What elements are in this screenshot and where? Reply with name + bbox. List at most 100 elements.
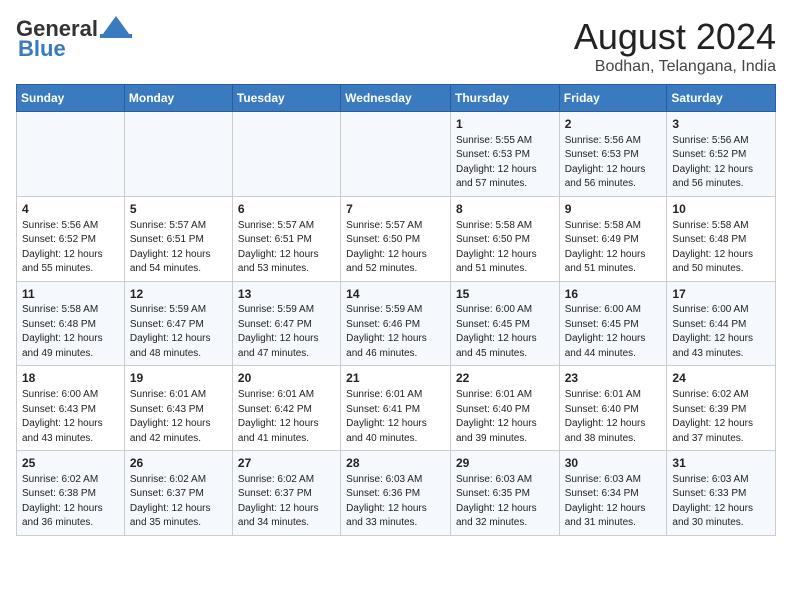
weekday-header-monday: Monday <box>124 85 232 112</box>
calendar-cell: 25Sunrise: 6:02 AM Sunset: 6:38 PM Dayli… <box>17 451 125 536</box>
day-info: Sunrise: 5:57 AM Sunset: 6:50 PM Dayligh… <box>346 219 445 277</box>
day-info: Sunrise: 5:57 AM Sunset: 6:51 PM Dayligh… <box>238 219 335 277</box>
day-info: Sunrise: 6:01 AM Sunset: 6:41 PM Dayligh… <box>346 388 445 446</box>
calendar-table: SundayMondayTuesdayWednesdayThursdayFrid… <box>16 84 776 536</box>
day-info: Sunrise: 6:01 AM Sunset: 6:43 PM Dayligh… <box>130 388 227 446</box>
day-number: 11 <box>22 286 119 303</box>
page-title: August 2024 <box>574 16 776 58</box>
calendar-cell: 3Sunrise: 5:56 AM Sunset: 6:52 PM Daylig… <box>667 112 776 197</box>
calendar-cell: 6Sunrise: 5:57 AM Sunset: 6:51 PM Daylig… <box>232 196 340 281</box>
calendar-week-1: 1Sunrise: 5:55 AM Sunset: 6:53 PM Daylig… <box>17 112 776 197</box>
day-number: 30 <box>565 455 662 472</box>
day-number: 9 <box>565 201 662 218</box>
logo-icon <box>100 16 132 38</box>
day-number: 10 <box>672 201 770 218</box>
logo: General Blue <box>16 16 132 62</box>
day-info: Sunrise: 5:59 AM Sunset: 6:46 PM Dayligh… <box>346 303 445 361</box>
day-number: 23 <box>565 370 662 387</box>
day-info: Sunrise: 6:00 AM Sunset: 6:45 PM Dayligh… <box>456 303 554 361</box>
calendar-cell: 7Sunrise: 5:57 AM Sunset: 6:50 PM Daylig… <box>341 196 451 281</box>
day-number: 31 <box>672 455 770 472</box>
day-info: Sunrise: 6:02 AM Sunset: 6:37 PM Dayligh… <box>238 473 335 531</box>
calendar-cell: 9Sunrise: 5:58 AM Sunset: 6:49 PM Daylig… <box>559 196 667 281</box>
day-info: Sunrise: 5:58 AM Sunset: 6:48 PM Dayligh… <box>22 303 119 361</box>
calendar-cell: 4Sunrise: 5:56 AM Sunset: 6:52 PM Daylig… <box>17 196 125 281</box>
weekday-header-thursday: Thursday <box>450 85 559 112</box>
calendar-week-4: 18Sunrise: 6:00 AM Sunset: 6:43 PM Dayli… <box>17 366 776 451</box>
day-info: Sunrise: 6:02 AM Sunset: 6:38 PM Dayligh… <box>22 473 119 531</box>
day-info: Sunrise: 6:00 AM Sunset: 6:44 PM Dayligh… <box>672 303 770 361</box>
calendar-cell: 10Sunrise: 5:58 AM Sunset: 6:48 PM Dayli… <box>667 196 776 281</box>
day-number: 19 <box>130 370 227 387</box>
calendar-cell: 17Sunrise: 6:00 AM Sunset: 6:44 PM Dayli… <box>667 281 776 366</box>
day-number: 7 <box>346 201 445 218</box>
day-info: Sunrise: 6:02 AM Sunset: 6:39 PM Dayligh… <box>672 388 770 446</box>
day-number: 25 <box>22 455 119 472</box>
day-info: Sunrise: 6:02 AM Sunset: 6:37 PM Dayligh… <box>130 473 227 531</box>
day-info: Sunrise: 6:03 AM Sunset: 6:34 PM Dayligh… <box>565 473 662 531</box>
day-number: 15 <box>456 286 554 303</box>
calendar-cell: 30Sunrise: 6:03 AM Sunset: 6:34 PM Dayli… <box>559 451 667 536</box>
calendar-cell: 2Sunrise: 5:56 AM Sunset: 6:53 PM Daylig… <box>559 112 667 197</box>
day-number: 4 <box>22 201 119 218</box>
day-number: 29 <box>456 455 554 472</box>
day-info: Sunrise: 6:00 AM Sunset: 6:43 PM Dayligh… <box>22 388 119 446</box>
day-number: 1 <box>456 116 554 133</box>
weekday-header-saturday: Saturday <box>667 85 776 112</box>
weekday-header-wednesday: Wednesday <box>341 85 451 112</box>
day-number: 6 <box>238 201 335 218</box>
day-info: Sunrise: 6:01 AM Sunset: 6:42 PM Dayligh… <box>238 388 335 446</box>
day-info: Sunrise: 5:58 AM Sunset: 6:50 PM Dayligh… <box>456 219 554 277</box>
day-number: 18 <box>22 370 119 387</box>
day-info: Sunrise: 6:03 AM Sunset: 6:35 PM Dayligh… <box>456 473 554 531</box>
calendar-cell: 1Sunrise: 5:55 AM Sunset: 6:53 PM Daylig… <box>450 112 559 197</box>
calendar-cell <box>341 112 451 197</box>
calendar-week-5: 25Sunrise: 6:02 AM Sunset: 6:38 PM Dayli… <box>17 451 776 536</box>
day-number: 21 <box>346 370 445 387</box>
day-number: 27 <box>238 455 335 472</box>
day-number: 26 <box>130 455 227 472</box>
day-number: 28 <box>346 455 445 472</box>
day-info: Sunrise: 5:57 AM Sunset: 6:51 PM Dayligh… <box>130 219 227 277</box>
calendar-cell: 15Sunrise: 6:00 AM Sunset: 6:45 PM Dayli… <box>450 281 559 366</box>
day-number: 2 <box>565 116 662 133</box>
calendar-cell: 23Sunrise: 6:01 AM Sunset: 6:40 PM Dayli… <box>559 366 667 451</box>
day-info: Sunrise: 6:01 AM Sunset: 6:40 PM Dayligh… <box>565 388 662 446</box>
weekday-header-sunday: Sunday <box>17 85 125 112</box>
calendar-header-row: SundayMondayTuesdayWednesdayThursdayFrid… <box>17 85 776 112</box>
day-number: 3 <box>672 116 770 133</box>
day-info: Sunrise: 5:56 AM Sunset: 6:52 PM Dayligh… <box>22 219 119 277</box>
day-number: 12 <box>130 286 227 303</box>
page-header: General Blue August 2024 Bodhan, Telanga… <box>16 16 776 76</box>
calendar-cell: 24Sunrise: 6:02 AM Sunset: 6:39 PM Dayli… <box>667 366 776 451</box>
calendar-cell: 22Sunrise: 6:01 AM Sunset: 6:40 PM Dayli… <box>450 366 559 451</box>
calendar-cell <box>232 112 340 197</box>
calendar-cell: 21Sunrise: 6:01 AM Sunset: 6:41 PM Dayli… <box>341 366 451 451</box>
day-info: Sunrise: 6:03 AM Sunset: 6:36 PM Dayligh… <box>346 473 445 531</box>
day-info: Sunrise: 5:59 AM Sunset: 6:47 PM Dayligh… <box>238 303 335 361</box>
calendar-cell: 13Sunrise: 5:59 AM Sunset: 6:47 PM Dayli… <box>232 281 340 366</box>
calendar-cell: 29Sunrise: 6:03 AM Sunset: 6:35 PM Dayli… <box>450 451 559 536</box>
day-number: 16 <box>565 286 662 303</box>
day-info: Sunrise: 5:56 AM Sunset: 6:53 PM Dayligh… <box>565 134 662 192</box>
weekday-header-friday: Friday <box>559 85 667 112</box>
day-info: Sunrise: 6:03 AM Sunset: 6:33 PM Dayligh… <box>672 473 770 531</box>
day-number: 20 <box>238 370 335 387</box>
day-number: 14 <box>346 286 445 303</box>
calendar-week-2: 4Sunrise: 5:56 AM Sunset: 6:52 PM Daylig… <box>17 196 776 281</box>
calendar-cell: 19Sunrise: 6:01 AM Sunset: 6:43 PM Dayli… <box>124 366 232 451</box>
calendar-cell: 20Sunrise: 6:01 AM Sunset: 6:42 PM Dayli… <box>232 366 340 451</box>
calendar-cell: 14Sunrise: 5:59 AM Sunset: 6:46 PM Dayli… <box>341 281 451 366</box>
day-number: 22 <box>456 370 554 387</box>
calendar-cell: 16Sunrise: 6:00 AM Sunset: 6:45 PM Dayli… <box>559 281 667 366</box>
calendar-cell: 27Sunrise: 6:02 AM Sunset: 6:37 PM Dayli… <box>232 451 340 536</box>
day-info: Sunrise: 5:56 AM Sunset: 6:52 PM Dayligh… <box>672 134 770 192</box>
page-subtitle: Bodhan, Telangana, India <box>574 58 776 76</box>
day-number: 13 <box>238 286 335 303</box>
calendar-cell: 26Sunrise: 6:02 AM Sunset: 6:37 PM Dayli… <box>124 451 232 536</box>
calendar-cell: 12Sunrise: 5:59 AM Sunset: 6:47 PM Dayli… <box>124 281 232 366</box>
calendar-cell: 5Sunrise: 5:57 AM Sunset: 6:51 PM Daylig… <box>124 196 232 281</box>
calendar-cell: 8Sunrise: 5:58 AM Sunset: 6:50 PM Daylig… <box>450 196 559 281</box>
weekday-header-tuesday: Tuesday <box>232 85 340 112</box>
calendar-cell <box>124 112 232 197</box>
